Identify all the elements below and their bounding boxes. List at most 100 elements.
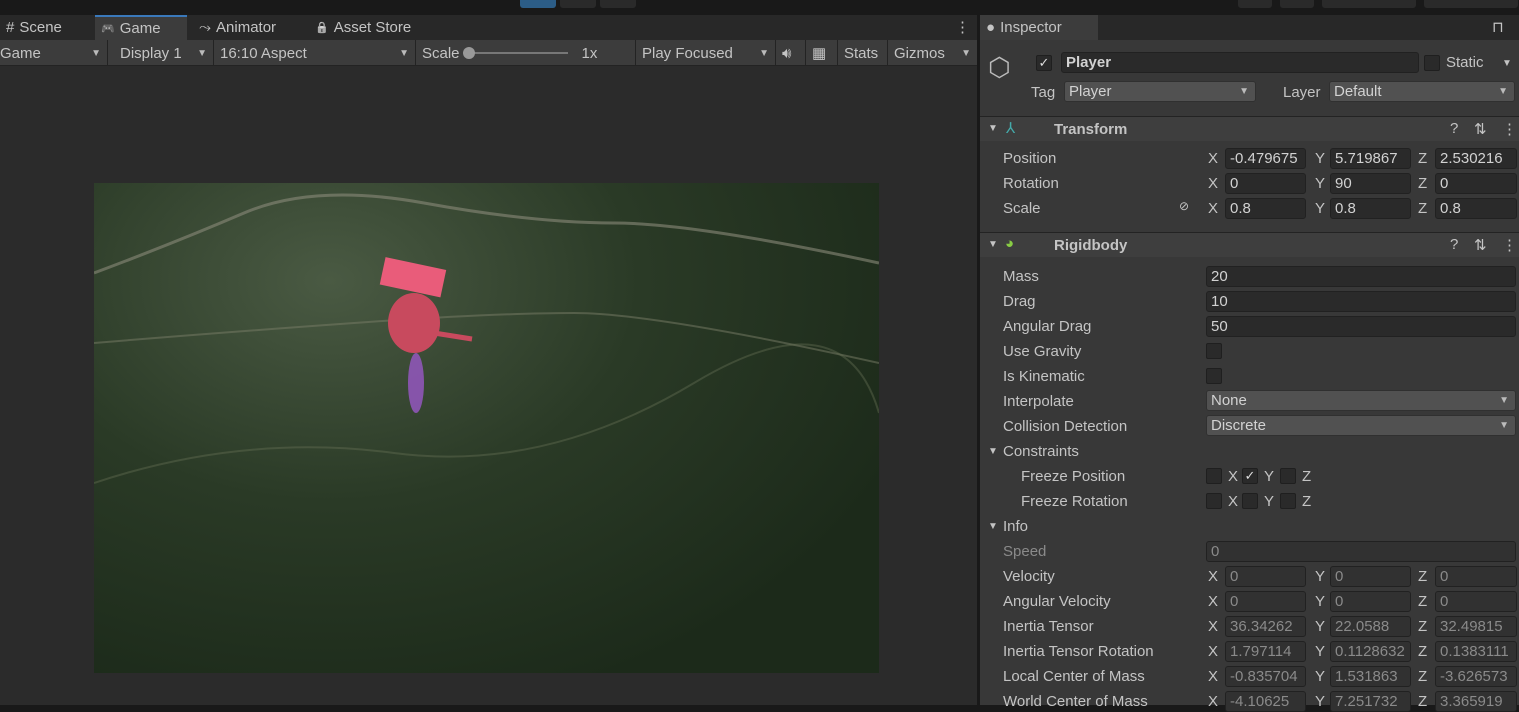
static-label: Static	[1446, 54, 1484, 71]
static-checkbox[interactable]	[1424, 55, 1440, 71]
layers-dropdown[interactable]	[1322, 0, 1416, 8]
position-x-field[interactable]: -0.479675	[1225, 148, 1306, 169]
velocity-label: Velocity	[1003, 568, 1055, 585]
static-dropdown-icon[interactable]: ▼	[1502, 58, 1512, 69]
scale-label: Scale	[422, 44, 460, 62]
help-icon[interactable]: ?	[1450, 120, 1458, 137]
speaker-icon: 🔊︎	[782, 44, 792, 62]
y-axis-label: Y	[1315, 668, 1326, 685]
game-render[interactable]	[94, 183, 879, 673]
transform-header[interactable]: ▼ ⅄ Transform ? ⇅ ⋮	[980, 116, 1519, 141]
pause-button[interactable]	[560, 0, 596, 8]
step-button[interactable]	[600, 0, 636, 8]
tab-scene[interactable]: # Scene	[0, 15, 68, 40]
local-center-of-mass-y-field: 1.531863	[1330, 666, 1411, 687]
game-view[interactable]	[0, 66, 977, 705]
slider-handle[interactable]	[462, 47, 475, 59]
display-dropdown[interactable]: Display 1 ▼	[114, 40, 214, 66]
rotation-y-field[interactable]: 90	[1330, 173, 1411, 194]
dropdown-value: Game	[0, 44, 41, 62]
collision-detection-dropdown[interactable]: Discrete ▼	[1206, 415, 1516, 436]
freeze-z-checkbox[interactable]	[1280, 493, 1296, 509]
chevron-down-icon: ▼	[1499, 395, 1509, 406]
axis-label: Z	[1302, 493, 1312, 510]
rotation-x-field[interactable]: 0	[1225, 173, 1306, 194]
shortcuts-button[interactable]: ▦	[806, 40, 838, 66]
play-button[interactable]	[520, 0, 556, 8]
rigidbody-header[interactable]: ▼ ◕ Rigidbody ? ⇅ ⋮	[980, 232, 1519, 257]
tab-animator[interactable]: ⤳ Animator	[193, 15, 282, 40]
layer-label: Layer	[1283, 84, 1321, 101]
mute-audio-button[interactable]: 🔊︎	[776, 40, 806, 66]
rotation-z-field[interactable]: 0	[1435, 173, 1517, 194]
main-toolbar	[0, 0, 1519, 15]
stats-button[interactable]: Stats	[838, 40, 888, 66]
component-title: Rigidbody	[1054, 237, 1128, 254]
keyboard-icon: ▦	[812, 45, 827, 62]
presets-icon[interactable]: ⇅	[1474, 236, 1487, 254]
game-panel: # Scene 🎮 Game ⤳ Animator 🔒 Asset Store ⋮ Ga…	[0, 15, 977, 705]
gameobject-cube-icon[interactable]: ⬡	[988, 52, 1011, 83]
angular-velocity-y-field: 0	[1330, 591, 1411, 612]
angular-velocity-x-field: 0	[1225, 591, 1306, 612]
component-menu-icon[interactable]: ⋮	[1502, 236, 1517, 254]
z-axis-label: Z	[1418, 568, 1428, 585]
freeze-y-checkbox[interactable]: ✓	[1242, 468, 1258, 484]
mass-field[interactable]: 20	[1206, 266, 1516, 287]
scale-x-field[interactable]: 0.8	[1225, 198, 1306, 219]
tab-game[interactable]: 🎮 Game	[95, 15, 187, 40]
aspect-dropdown[interactable]: 16:10 Aspect ▼	[214, 40, 416, 66]
use-gravity-checkbox[interactable]	[1206, 343, 1222, 359]
local-center-of-mass-label: Local Center of Mass	[1003, 668, 1145, 685]
scale-y-field[interactable]: 0.8	[1330, 198, 1411, 219]
foldout-arrow-icon[interactable]: ▼	[988, 446, 998, 457]
foldout-arrow-icon[interactable]: ▼	[988, 521, 998, 532]
history-button[interactable]	[1238, 0, 1272, 8]
name-field[interactable]: Player	[1061, 52, 1419, 73]
foldout-arrow-icon[interactable]: ▼	[988, 123, 998, 134]
axis-label: X	[1228, 468, 1239, 485]
freeze-z-checkbox[interactable]	[1280, 468, 1296, 484]
scale-z-field[interactable]: 0.8	[1435, 198, 1517, 219]
slider-track[interactable]	[462, 47, 568, 59]
drag-field[interactable]: 10	[1206, 291, 1516, 312]
presets-icon[interactable]: ⇅	[1474, 120, 1487, 138]
tab-inspector[interactable]: ● Inspector	[980, 15, 1098, 40]
y-axis-label: Y	[1315, 150, 1326, 167]
constraints-foldout[interactable]: Constraints	[1003, 443, 1079, 460]
z-axis-label: Z	[1418, 150, 1428, 167]
z-axis-label: Z	[1418, 200, 1428, 217]
position-z-field[interactable]: 2.530216	[1435, 148, 1517, 169]
layer-dropdown[interactable]: Default ▼	[1329, 81, 1515, 102]
help-icon[interactable]: ?	[1450, 236, 1458, 253]
play-mode-dropdown[interactable]: Play Focused ▼	[636, 40, 776, 66]
inertia-tensor-y-field: 22.0588	[1330, 616, 1411, 637]
active-checkbox[interactable]: ✓	[1036, 55, 1052, 71]
angular-drag-field[interactable]: 50	[1206, 316, 1516, 337]
z-axis-label: Z	[1418, 175, 1428, 192]
is-kinematic-checkbox[interactable]	[1206, 368, 1222, 384]
layout-dropdown[interactable]	[1424, 0, 1518, 8]
search-button[interactable]	[1280, 0, 1314, 8]
lock-icon[interactable]: ⊓	[1492, 18, 1504, 36]
game-mode-dropdown[interactable]: Game ▼	[0, 40, 108, 66]
scale-slider[interactable]: Scale 1x	[416, 40, 636, 66]
tag-label: Tag	[1031, 84, 1056, 101]
foldout-arrow-icon[interactable]: ▼	[988, 239, 998, 250]
unlinked-scale-icon[interactable]: ⊘	[1179, 199, 1189, 213]
info-foldout[interactable]: Info	[1003, 518, 1028, 535]
component-menu-icon[interactable]: ⋮	[1502, 120, 1517, 138]
position-y-field[interactable]: 5.719867	[1330, 148, 1411, 169]
y-axis-label: Y	[1315, 200, 1326, 217]
interpolate-dropdown[interactable]: None ▼	[1206, 390, 1516, 411]
freeze-x-checkbox[interactable]	[1206, 468, 1222, 484]
speed-label: Speed	[1003, 543, 1047, 560]
lock-icon: 🔒	[315, 22, 329, 34]
freeze-y-checkbox[interactable]	[1242, 493, 1258, 509]
gizmos-dropdown[interactable]: Gizmos ▼	[888, 40, 977, 66]
more-options-icon[interactable]: ⋮	[955, 18, 970, 36]
freeze-x-checkbox[interactable]	[1206, 493, 1222, 509]
x-axis-label: X	[1208, 668, 1219, 685]
tag-dropdown[interactable]: Player ▼	[1064, 81, 1256, 102]
tab-asset-store[interactable]: 🔒 Asset Store	[309, 15, 417, 40]
